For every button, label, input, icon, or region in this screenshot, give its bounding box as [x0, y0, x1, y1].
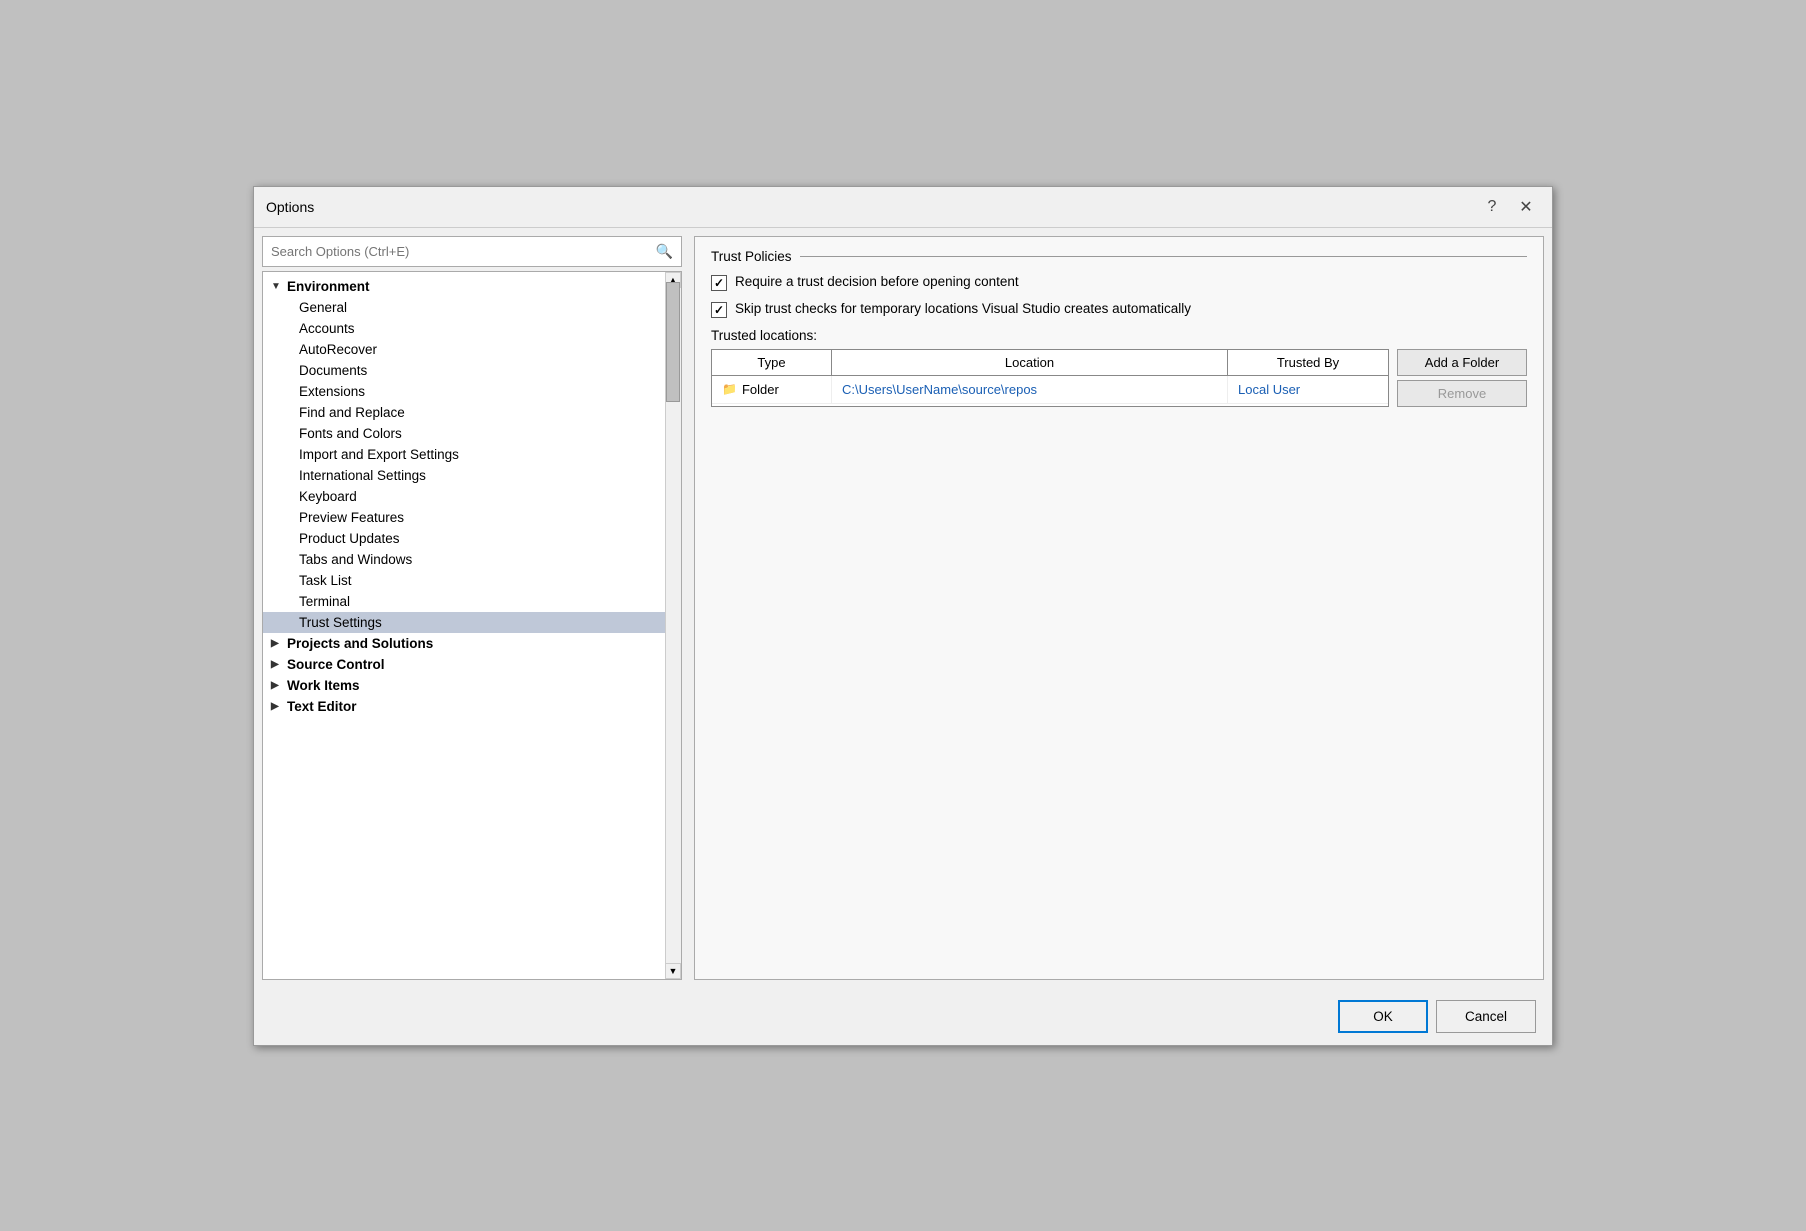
tree-item[interactable]: ▼ Environment	[263, 276, 665, 297]
tree-item-label: Extensions	[299, 384, 365, 399]
tree-item[interactable]: Task List	[263, 570, 665, 591]
tree-item[interactable]: Import and Export Settings	[263, 444, 665, 465]
left-panel: 🔍 ▼ Environment General Accounts AutoRecover…	[262, 236, 682, 980]
col-header-trusted-by: Trusted By	[1228, 350, 1388, 375]
help-button[interactable]: ?	[1478, 195, 1506, 219]
tree-item-label: Text Editor	[287, 699, 357, 714]
tree-item[interactable]: ▶ Text Editor	[263, 696, 665, 717]
tree-item[interactable]: Find and Replace	[263, 402, 665, 423]
tree-item-label: International Settings	[299, 468, 426, 483]
scrollbar-track: ▲ ▼	[665, 272, 681, 979]
table-row[interactable]: 📁 Folder C:\Users\UserName\source\repos …	[712, 376, 1388, 404]
checkbox-1[interactable]	[711, 275, 727, 291]
search-bar: 🔍	[262, 236, 682, 267]
col-header-location: Location	[832, 350, 1228, 375]
cell-type: 📁 Folder	[712, 376, 832, 403]
search-input[interactable]	[263, 238, 648, 265]
tree-item-label: Documents	[299, 363, 367, 378]
table-buttons: Add a Folder Remove	[1397, 349, 1527, 407]
col-header-type: Type	[712, 350, 832, 375]
cell-trusted-by: Local User	[1228, 376, 1388, 403]
cell-type-label: Folder	[742, 382, 779, 397]
tree-item[interactable]: Documents	[263, 360, 665, 381]
options-dialog: Options ? ✕ 🔍 ▼ Environment General Account…	[253, 186, 1553, 1046]
scrollbar-thumb[interactable]	[666, 282, 680, 402]
checkbox-2[interactable]	[711, 302, 727, 318]
locations-table-wrapper: Type Location Trusted By 📁 Folder C:\Use…	[711, 349, 1527, 407]
tree-item-label: Find and Replace	[299, 405, 405, 420]
ok-button[interactable]: OK	[1338, 1000, 1428, 1033]
tree-item[interactable]: General	[263, 297, 665, 318]
remove-button[interactable]: Remove	[1397, 380, 1527, 407]
tree-item-label: Accounts	[299, 321, 355, 336]
tree-item-label: General	[299, 300, 347, 315]
folder-icon: 📁	[722, 382, 737, 396]
tree-item[interactable]: Terminal	[263, 591, 665, 612]
tree-item[interactable]: Trust Settings	[263, 612, 665, 633]
checkbox-1-label: Require a trust decision before opening …	[735, 274, 1019, 289]
right-panel: Trust Policies Require a trust decision …	[682, 236, 1544, 980]
scroll-down-button[interactable]: ▼	[665, 963, 681, 979]
title-bar: Options ? ✕	[254, 187, 1552, 228]
checkbox-row-2: Skip trust checks for temporary location…	[711, 301, 1527, 318]
checkbox-row-1: Require a trust decision before opening …	[711, 274, 1527, 291]
tree-item[interactable]: Fonts and Colors	[263, 423, 665, 444]
tree-items: ▼ Environment General Accounts AutoRecover Do…	[263, 272, 681, 721]
tree-item[interactable]: ▶ Projects and Solutions	[263, 633, 665, 654]
tree-item[interactable]: AutoRecover	[263, 339, 665, 360]
tree-item[interactable]: Keyboard	[263, 486, 665, 507]
tree-item-label: Fonts and Colors	[299, 426, 402, 441]
dialog-footer: OK Cancel	[254, 988, 1552, 1045]
tree-item[interactable]: Tabs and Windows	[263, 549, 665, 570]
dialog-title: Options	[266, 199, 314, 215]
tree-item[interactable]: ▶ Source Control	[263, 654, 665, 675]
tree-item-label: Projects and Solutions	[287, 636, 433, 651]
tree-item-label: Import and Export Settings	[299, 447, 459, 462]
tree-item-label: Terminal	[299, 594, 350, 609]
tree-item[interactable]: Extensions	[263, 381, 665, 402]
expand-icon: ▶	[271, 659, 283, 670]
tree-item-label: Source Control	[287, 657, 385, 672]
tree-item[interactable]: Accounts	[263, 318, 665, 339]
expand-icon: ▶	[271, 701, 283, 712]
tree-container: ▼ Environment General Accounts AutoRecover Do…	[262, 271, 682, 980]
tree-item-label: Tabs and Windows	[299, 552, 412, 567]
expand-icon: ▼	[271, 281, 283, 292]
tree-item-label: Trust Settings	[299, 615, 382, 630]
expand-icon: ▶	[271, 638, 283, 649]
search-icon: 🔍	[648, 237, 681, 266]
cell-location: C:\Users\UserName\source\repos	[832, 376, 1228, 403]
tree-item-label: Environment	[287, 279, 370, 294]
cancel-button[interactable]: Cancel	[1436, 1000, 1536, 1033]
tree-item-label: Work Items	[287, 678, 360, 693]
add-folder-button[interactable]: Add a Folder	[1397, 349, 1527, 376]
tree-item-label: Keyboard	[299, 489, 357, 504]
table-header: Type Location Trusted By	[712, 350, 1388, 376]
checkbox-2-label: Skip trust checks for temporary location…	[735, 301, 1191, 316]
tree-item[interactable]: Preview Features	[263, 507, 665, 528]
trusted-locations-label: Trusted locations:	[711, 328, 1527, 343]
locations-table: Type Location Trusted By 📁 Folder C:\Use…	[711, 349, 1389, 407]
title-bar-buttons: ? ✕	[1478, 195, 1540, 219]
tree-item[interactable]: Product Updates	[263, 528, 665, 549]
content-area: Trust Policies Require a trust decision …	[694, 236, 1544, 980]
tree-item[interactable]: International Settings	[263, 465, 665, 486]
dialog-body: 🔍 ▼ Environment General Accounts AutoRecover…	[254, 228, 1552, 988]
section-title: Trust Policies	[711, 249, 1527, 264]
tree-item[interactable]: ▶ Work Items	[263, 675, 665, 696]
tree-item-label: AutoRecover	[299, 342, 377, 357]
tree-item-label: Task List	[299, 573, 352, 588]
tree-item-label: Product Updates	[299, 531, 400, 546]
tree-item-label: Preview Features	[299, 510, 404, 525]
expand-icon: ▶	[271, 680, 283, 691]
close-button[interactable]: ✕	[1512, 195, 1540, 219]
